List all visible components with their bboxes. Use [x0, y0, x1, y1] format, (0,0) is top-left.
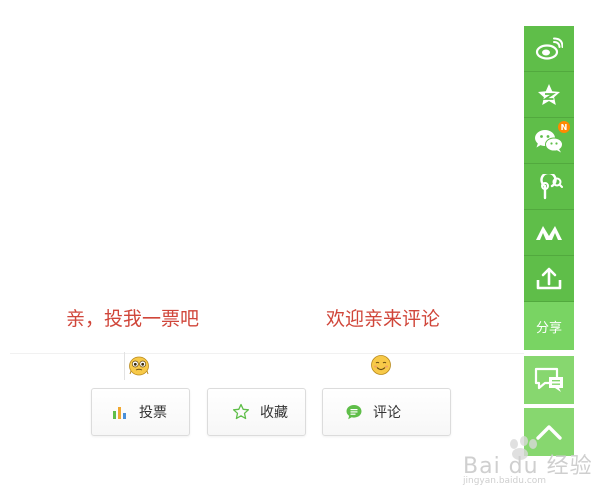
feedback-button[interactable]: [524, 356, 574, 404]
qzone-icon: [538, 83, 560, 105]
comment-label: 评论: [373, 405, 401, 421]
crying-face-icon: [129, 356, 149, 376]
share-qzone-button[interactable]: [524, 72, 574, 118]
comment-icon: [346, 405, 362, 420]
share-label-button[interactable]: 分享: [524, 302, 574, 350]
comment-button[interactable]: 评论: [322, 388, 451, 436]
share-renren-button[interactable]: [524, 164, 574, 210]
share-wechat-button[interactable]: N: [524, 118, 574, 164]
vertical-separator: [124, 352, 125, 380]
vote-button[interactable]: 投票: [91, 388, 190, 436]
smile-face-icon: [371, 355, 391, 375]
collect-label: 收藏: [260, 405, 288, 421]
share-kaixin-button[interactable]: [524, 210, 574, 256]
feedback-chat-icon: [534, 367, 563, 392]
weibo-icon: [535, 37, 563, 60]
share-upload-icon: [536, 267, 562, 289]
bar-chart-icon: [113, 407, 126, 419]
share-weibo-button[interactable]: [524, 26, 574, 72]
comment-prompt: 欢迎亲来评论: [326, 308, 441, 330]
divider: [10, 353, 524, 354]
new-badge: N: [558, 121, 570, 133]
collect-button[interactable]: 收藏: [207, 388, 306, 436]
vote-label: 投票: [139, 405, 167, 421]
kaixin-icon: [536, 225, 562, 240]
star-icon: [232, 403, 250, 420]
share-sidebar: N 分享: [524, 26, 574, 350]
share-upload-button[interactable]: [524, 256, 574, 302]
vote-prompt: 亲，投我一票吧: [66, 308, 200, 330]
watermark-url: jingyan.baidu.com: [463, 476, 547, 486]
renren-icon: [540, 173, 563, 199]
